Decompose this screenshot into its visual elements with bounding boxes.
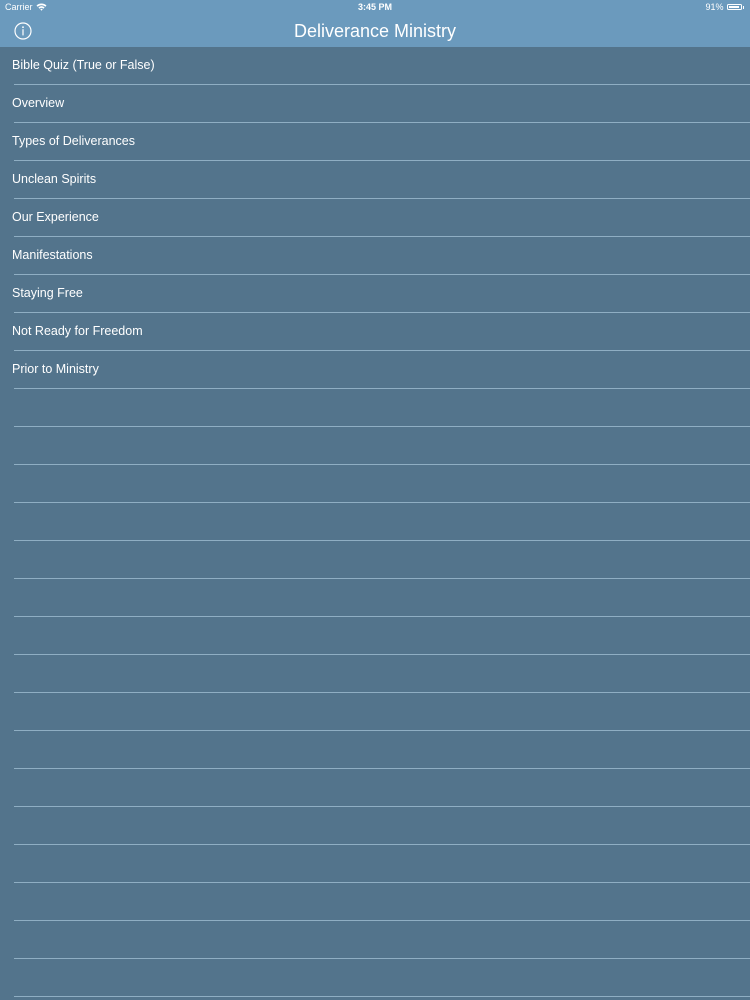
battery-indicator: 91% (705, 2, 744, 12)
empty-row (14, 503, 750, 541)
menu-item-overview[interactable]: Overview (12, 85, 750, 123)
menu-item-label: Staying Free (12, 286, 83, 300)
empty-row (14, 693, 750, 731)
empty-row (14, 655, 750, 693)
empty-row (14, 427, 750, 465)
menu-item-manifestations[interactable]: Manifestations (12, 237, 750, 275)
menu-item-not-ready-for-freedom[interactable]: Not Ready for Freedom (12, 313, 750, 351)
status-time: 3:45 PM (357, 2, 392, 12)
menu-item-our-experience[interactable]: Our Experience (12, 199, 750, 237)
menu-item-label: Manifestations (12, 248, 93, 262)
battery-tip (742, 5, 744, 9)
menu-item-staying-free[interactable]: Staying Free (12, 275, 750, 313)
menu-item-prior-to-ministry[interactable]: Prior to Ministry (12, 351, 750, 389)
menu-item-label: Prior to Ministry (12, 362, 99, 376)
navigation-bar: Deliverance Ministry (0, 16, 750, 47)
menu-item-label: Not Ready for Freedom (12, 324, 143, 338)
empty-row (14, 579, 750, 617)
app-screen: Carrier 3:45 PM 91% Deliverance Ministry (0, 0, 750, 1000)
menu-item-types-of-deliverances[interactable]: Types of Deliverances (12, 123, 750, 161)
empty-row (14, 731, 750, 769)
page-title: Deliverance Ministry (293, 21, 457, 41)
battery-percent: 91% (705, 2, 724, 12)
empty-row (14, 617, 750, 655)
menu-item-unclean-spirits[interactable]: Unclean Spirits (12, 161, 750, 199)
empty-row (14, 389, 750, 427)
menu-item-label: Types of Deliverances (12, 134, 135, 148)
empty-row (14, 769, 750, 807)
empty-row (14, 883, 750, 921)
empty-row (14, 541, 750, 579)
empty-row (14, 959, 750, 997)
menu-item-label: Our Experience (12, 210, 99, 224)
empty-row (14, 921, 750, 959)
menu-item-label: Unclean Spirits (12, 172, 97, 186)
empty-row (14, 465, 750, 503)
empty-row (14, 845, 750, 883)
menu-item-label: Overview (12, 96, 65, 110)
empty-row (14, 807, 750, 845)
status-bar: Carrier 3:45 PM 91% (0, 0, 750, 16)
battery-icon (726, 4, 742, 10)
battery-fill (728, 6, 739, 8)
menu-list: Bible Quiz (True or False) Overview Type… (0, 47, 750, 997)
menu-item-label: Bible Quiz (True or False) (12, 58, 155, 72)
menu-item-bible-quiz[interactable]: Bible Quiz (True or False) (12, 47, 750, 85)
